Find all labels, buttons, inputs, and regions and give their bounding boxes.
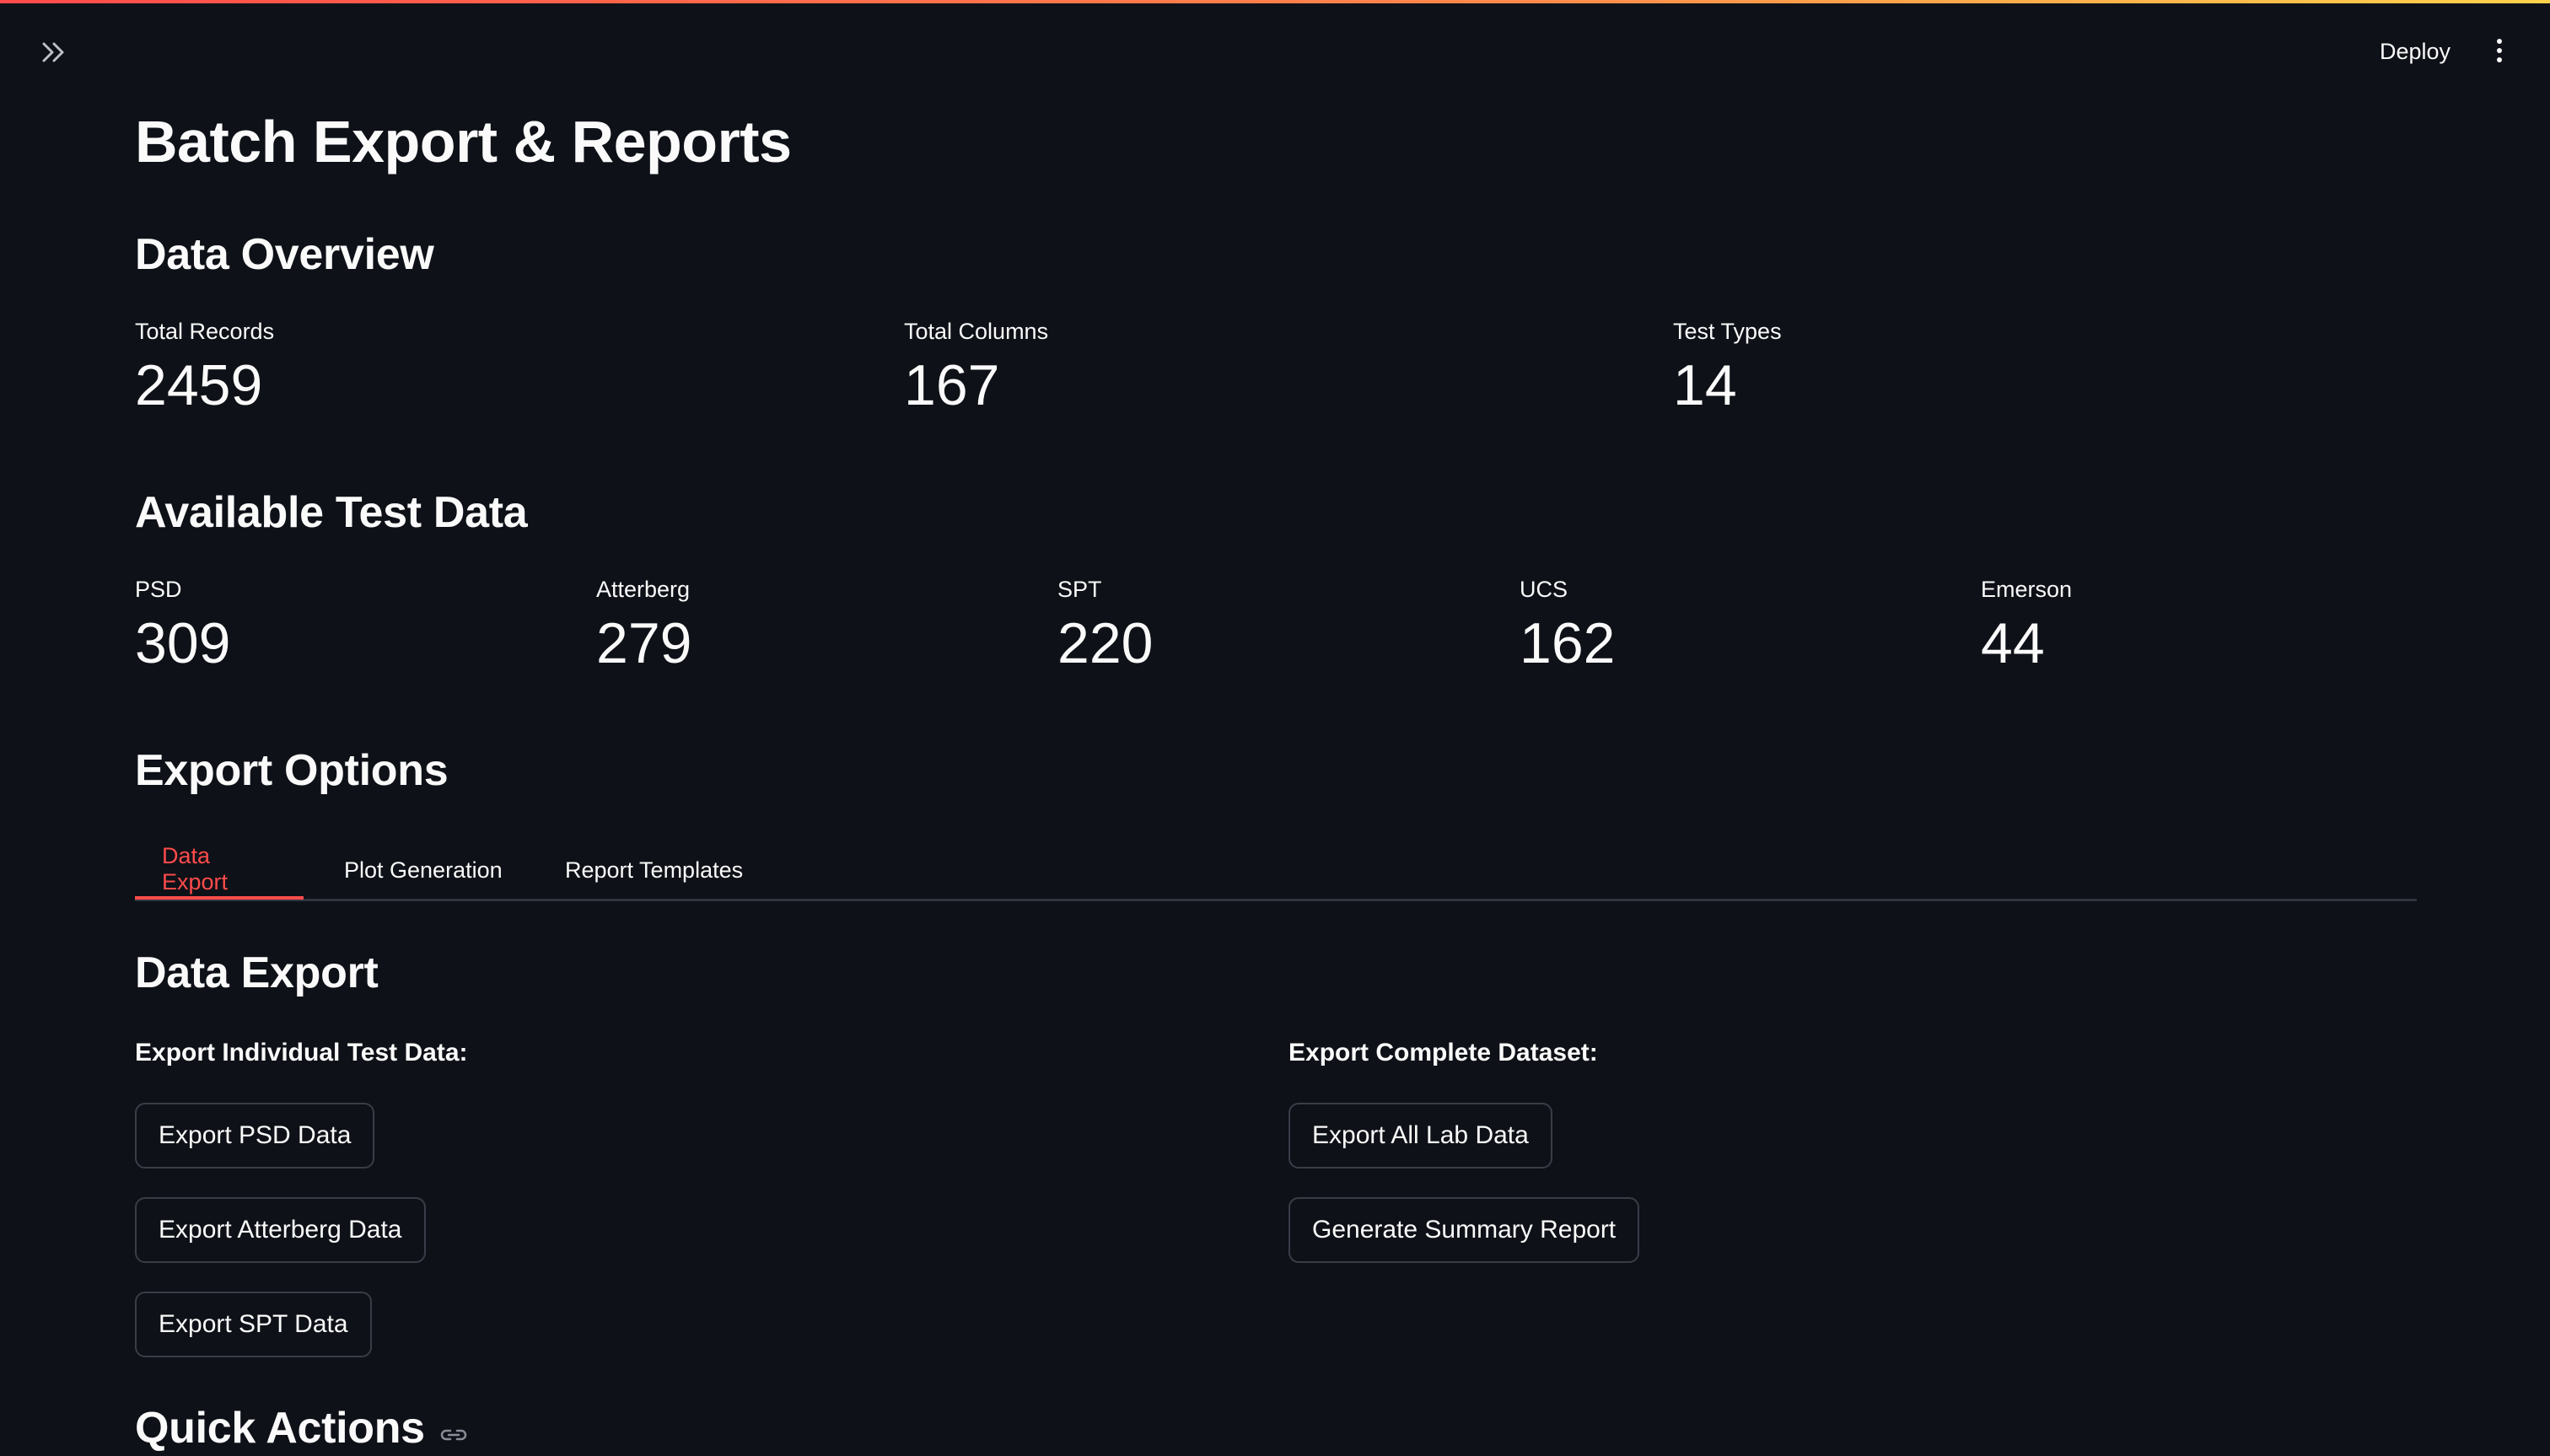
metric-value: 162: [1520, 611, 1616, 675]
export-all-lab-data-button[interactable]: Export All Lab Data: [1288, 1103, 1552, 1169]
metric-value: 44: [1981, 611, 2045, 675]
individual-export-label: Export Individual Test Data:: [135, 1039, 468, 1066]
metric-label: PSD: [135, 577, 182, 602]
metric-label: SPT: [1057, 577, 1102, 602]
metric-value: 14: [1673, 353, 1737, 417]
tab-report-templates[interactable]: Report Templates: [538, 841, 770, 899]
metric-label: Atterberg: [596, 577, 691, 602]
export-atterberg-button[interactable]: Export Atterberg Data: [135, 1197, 426, 1263]
metric-label: Total Records: [135, 319, 275, 344]
top-decoration-bar: [0, 0, 2550, 3]
more-vertical-icon: [2497, 39, 2502, 44]
tab-plot-generation[interactable]: Plot Generation: [317, 841, 530, 899]
deploy-button[interactable]: Deploy: [2373, 34, 2457, 70]
metric-value: 220: [1057, 611, 1154, 675]
metric-total-columns: Total Columns 167: [904, 319, 1048, 414]
main-menu-button[interactable]: [2488, 32, 2511, 69]
metric-test-types: Test Types 14: [1673, 319, 1782, 414]
export-psd-button[interactable]: Export PSD Data: [135, 1103, 375, 1169]
export-options-heading: Export Options: [135, 746, 449, 795]
metric-value: 2459: [135, 353, 263, 417]
metric-label: Test Types: [1673, 319, 1782, 344]
metric-label: UCS: [1520, 577, 1568, 602]
metric-ucs: UCS 162: [1520, 577, 1615, 672]
data-overview-heading: Data Overview: [135, 230, 434, 279]
metric-emerson: Emerson 44: [1981, 577, 2072, 672]
metric-value: 167: [904, 353, 1000, 417]
anchor-link-icon[interactable]: [438, 1405, 469, 1456]
available-test-data-heading: Available Test Data: [135, 488, 528, 537]
double-chevron-right-icon: [42, 42, 64, 62]
metric-total-records: Total Records 2459: [135, 319, 274, 414]
quick-actions-title: Quick Actions: [135, 1404, 425, 1453]
metric-psd: PSD 309: [135, 577, 230, 672]
metric-label: Total Columns: [904, 319, 1049, 344]
tab-data-export[interactable]: Data Export: [135, 841, 304, 900]
metric-value: 279: [596, 611, 692, 675]
metric-spt: SPT 220: [1057, 577, 1153, 672]
export-spt-button[interactable]: Export SPT Data: [135, 1292, 372, 1357]
page-title: Batch Export & Reports: [135, 109, 792, 175]
sidebar-expand-button[interactable]: [37, 37, 71, 67]
metric-atterberg: Atterberg 279: [596, 577, 691, 672]
generate-summary-report-button[interactable]: Generate Summary Report: [1288, 1197, 1640, 1263]
quick-actions-heading: Quick Actions: [135, 1403, 469, 1456]
data-export-heading: Data Export: [135, 948, 379, 997]
export-options-tabs: Data Export Plot Generation Report Templ…: [135, 841, 2417, 901]
complete-export-label: Export Complete Dataset:: [1288, 1039, 1598, 1066]
metric-value: 309: [135, 611, 231, 675]
metric-label: Emerson: [1981, 577, 2073, 602]
